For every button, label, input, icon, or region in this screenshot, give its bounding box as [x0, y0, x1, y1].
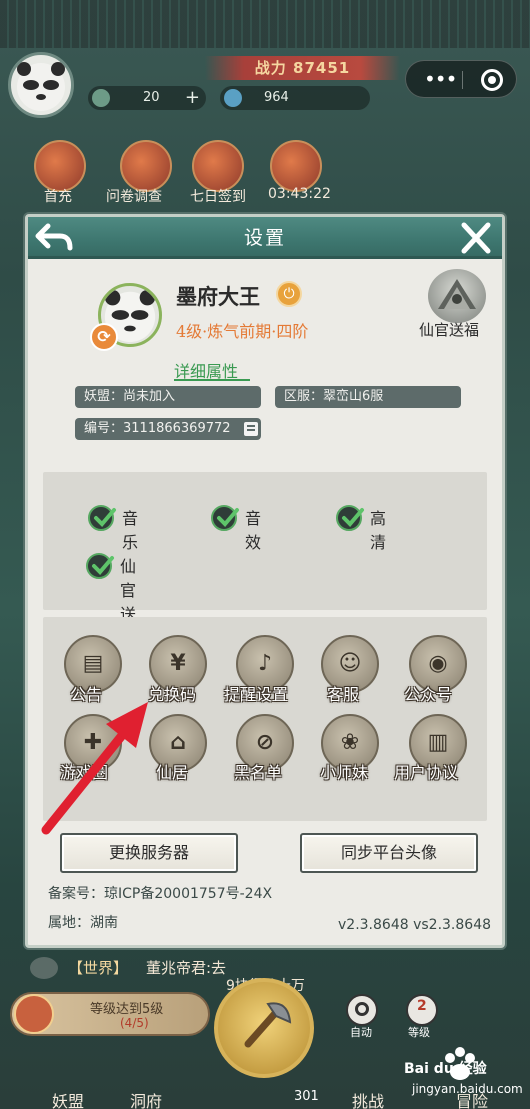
change-avatar-icon[interactable]: ⟳ [90, 323, 118, 351]
top-decoration [0, 0, 530, 48]
event-timer: 03:43:22 [268, 186, 331, 202]
capsule-divider [462, 71, 463, 89]
sync-avatar-button[interactable]: 同步平台头像 [300, 833, 478, 873]
func-label: 公众号 [404, 685, 453, 704]
func-label: 提醒设置 [224, 685, 289, 704]
server-info: 区服：翠峦山6服 [275, 386, 461, 408]
jade-icon [92, 89, 110, 107]
player-level: 4级·炼气前期·四阶 [176, 322, 309, 341]
quest-progress: (4/5) [120, 1016, 149, 1030]
checkbox-checked-icon[interactable] [336, 505, 364, 531]
func-label: 用户协议 [394, 763, 459, 782]
panda-face-icon [17, 62, 65, 111]
survey-icon[interactable] [120, 140, 172, 192]
resource-crystal: 964 [220, 86, 370, 110]
level-label: 等级 [408, 1026, 430, 1039]
resource-jade: 20 + [88, 86, 206, 110]
level-badge: 2 [417, 998, 427, 1014]
spiral-icon [355, 1002, 369, 1016]
back-arrow-icon [35, 223, 73, 251]
crystal-count: 964 [264, 90, 289, 105]
back-button[interactable] [34, 222, 74, 254]
first-charge-icon[interactable] [34, 140, 86, 192]
event-label-signin: 七日签到 [190, 189, 246, 205]
chat-bubble-icon [30, 957, 58, 979]
close-icon [461, 222, 491, 254]
event-icon[interactable] [270, 140, 322, 192]
event-label-survey: 问卷调查 [106, 189, 162, 205]
quest-tracker[interactable]: 等级达到5级 (4/5) [10, 992, 210, 1036]
tab-challenge[interactable]: 挑战 [352, 1088, 384, 1109]
axe-count: 301 [294, 1089, 319, 1104]
func-label: 客服 [327, 685, 360, 704]
auto-label: 自动 [350, 1026, 372, 1039]
version-label: v2.3.8648 vs2.3.8648 [338, 917, 492, 933]
icp-record: 备案号：琼ICP备20001757号-24X [48, 886, 273, 902]
panel-title: 设置 [243, 227, 286, 249]
game-scene: 战力 87451 ••• 20 + 964 首充 问卷调查 七日签到 03:43… [0, 0, 530, 1109]
alliance-info: 妖盟：尚未加入 [75, 386, 261, 408]
func-label: 小师妹 [320, 763, 369, 782]
player-id: 编号：3111866369772 [75, 418, 261, 440]
watermark-url: jingyan.baidu.com [412, 1082, 523, 1096]
baidu-watermark: Bai du 经验 jingyan.baidu.com [402, 1044, 528, 1106]
chat-message: 董兆帝君:去 [146, 959, 227, 977]
player-name: 墨府大王 [176, 284, 260, 309]
red-arrow-annotation [41, 702, 148, 835]
quest-icon [14, 994, 54, 1034]
player-id-text: 编号：3111866369772 [84, 421, 231, 436]
toggle-label: 音效 [245, 509, 262, 552]
level-button[interactable]: 2 [406, 994, 438, 1026]
copy-icon[interactable] [244, 422, 258, 436]
toggle-label: 音乐 [122, 509, 139, 552]
tab-cave[interactable]: 洞府 [130, 1088, 162, 1109]
checkbox-checked-icon[interactable] [88, 505, 116, 531]
auto-button[interactable] [346, 994, 378, 1026]
player-avatar[interactable] [8, 52, 74, 118]
event-label-first-charge: 首充 [44, 189, 72, 205]
miniprogram-capsule[interactable]: ••• [405, 60, 517, 98]
axe-icon [244, 1002, 292, 1048]
region-label: 属地：湖南 [48, 915, 118, 931]
func-label: 黑名单 [234, 763, 283, 782]
checkbox-checked-icon[interactable] [86, 553, 114, 579]
temple-gift-icon [438, 279, 476, 309]
crystal-icon [224, 89, 242, 107]
gift-label: 仙官送福 [419, 321, 480, 339]
toggle-label: 高清 [370, 509, 387, 552]
close-button[interactable] [456, 221, 496, 255]
toggle-section [43, 472, 487, 610]
more-icon[interactable]: ••• [424, 69, 457, 89]
power-icon[interactable]: ⏻ [276, 281, 302, 307]
jade-count: 20 [143, 90, 160, 105]
immortal-gift-icon[interactable] [428, 269, 486, 323]
checkbox-checked-icon[interactable] [211, 505, 239, 531]
combat-power: 战力 87451 [205, 56, 400, 80]
chop-button[interactable] [214, 978, 314, 1078]
seven-day-icon[interactable] [192, 140, 244, 192]
add-jade-icon[interactable]: + [185, 86, 200, 110]
chat-channel: 【世界】 [68, 959, 129, 977]
quest-title: 等级达到5级 [90, 1002, 164, 1017]
watermark-brand: Bai du 经验 [404, 1061, 487, 1077]
tab-alliance[interactable]: 妖盟 [52, 1088, 84, 1109]
detail-underline [174, 379, 250, 381]
close-miniprogram-icon[interactable] [481, 69, 503, 91]
